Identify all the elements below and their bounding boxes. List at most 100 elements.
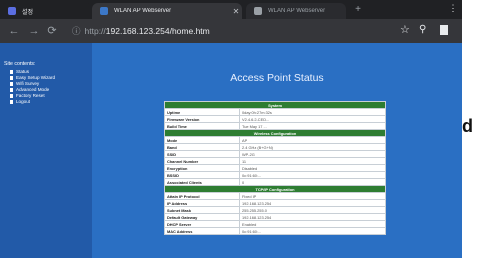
row-value: 2.4 GHz (B+G+N) (239, 143, 386, 151)
reload-icon[interactable]: ⟳ (46, 24, 58, 38)
table-row: Firmware Version V2.4.6.2-CED... (164, 115, 386, 123)
more-vert-icon[interactable]: ⋮ (448, 3, 458, 14)
router-favicon-icon (254, 7, 262, 15)
settings-favicon-icon (8, 7, 16, 15)
row-label: Encryption (164, 164, 240, 172)
document-icon (10, 69, 13, 74)
table-row: IP Address 192.168.123.254 (164, 199, 386, 207)
row-value: 0day:0h:27m:32s (239, 108, 386, 116)
table-row: Mode AP (164, 136, 386, 144)
table-row: Build Time Tue May 17 ... (164, 122, 386, 130)
row-label: IP Address (164, 199, 240, 207)
address-bar[interactable]: ⓘ http://192.168.123.254/home.htm (72, 23, 372, 39)
section-header: System (164, 101, 386, 109)
row-label: BSSID (164, 171, 240, 179)
row-label: Subnet Mask (164, 206, 240, 214)
document-icon (10, 93, 13, 98)
row-label: DHCP Server (164, 220, 240, 228)
status-table: System Uptime 0day:0h:27m:32s Firmware Vers… (164, 101, 386, 235)
tab-wlan-active[interactable]: WLAN AP Webserver ✕ (92, 3, 242, 19)
row-label: Associated Clients (164, 178, 240, 186)
row-value: 255.255.255.0 (239, 206, 386, 214)
section-header: Wireless Configuration (164, 129, 386, 137)
outer-margin: d (462, 0, 477, 258)
table-row: Subnet Mask 255.255.255.0 (164, 206, 386, 214)
star-icon[interactable]: ☆ (400, 23, 410, 36)
close-tab-icon[interactable]: ✕ (230, 7, 242, 16)
table-row: SSID WP-2G (164, 150, 386, 158)
cropped-text: d (462, 116, 473, 136)
document-icon (10, 99, 13, 104)
sidebar-item-advanced[interactable]: Advanced Mode (10, 87, 49, 92)
table-row: DHCP Server Enabled (164, 220, 386, 228)
row-label: Attain IP Protocol (164, 192, 240, 200)
row-value: 192.168.123.254 (239, 199, 386, 207)
table-row: MAC Address 0c:91:60:... (164, 227, 386, 235)
row-value: 0 (239, 178, 386, 186)
row-label: MAC Address (164, 227, 240, 235)
row-label: Mode (164, 136, 240, 144)
sidebar-item-label: Wifi Survey (16, 81, 40, 86)
row-value: 11 (239, 157, 386, 165)
main-content: Access Point Status System Uptime 0day:0h:… (92, 43, 462, 258)
table-row: Band 2.4 GHz (B+G+N) (164, 143, 386, 151)
sidebar-item-logout[interactable]: Logout (10, 99, 30, 104)
row-value: Disabled (239, 164, 386, 172)
tab-title: WLAN AP Webserver (114, 8, 172, 14)
table-row: Encryption Disabled (164, 164, 386, 172)
sidebar-item-wifi-survey[interactable]: Wifi Survey (10, 81, 39, 86)
row-value: 0c:91:60:... (239, 227, 386, 235)
sidebar: Site contents: Status Easy Setup Wizard … (0, 43, 92, 258)
table-row: Uptime 0day:0h:27m:32s (164, 108, 386, 116)
row-value: V2.4.6.2-CED... (239, 115, 386, 123)
sidebar-item-label: Status (16, 69, 30, 74)
sidebar-item-factory-reset[interactable]: Factory Reset (10, 93, 45, 98)
browser-window: 설정 WLAN AP Webserver ✕ WLAN AP Webserver… (0, 0, 462, 258)
info-icon[interactable]: ⓘ (72, 26, 81, 36)
router-favicon-icon (100, 7, 108, 15)
sidebar-item-easy-setup[interactable]: Easy Setup Wizard (10, 75, 55, 80)
tab-title: 설정 (22, 9, 34, 16)
table-row: Default Gateway 192.168.123.254 (164, 213, 386, 221)
row-value: Tue May 17 ... (239, 122, 386, 130)
row-value: 192.168.123.254 (239, 213, 386, 221)
tab-strip: 설정 WLAN AP Webserver ✕ WLAN AP Webserver… (0, 0, 462, 19)
row-label: Uptime (164, 108, 240, 116)
row-value: Fixed IP (239, 192, 386, 200)
document-icon (10, 81, 13, 86)
tab-wlan-inactive[interactable]: WLAN AP Webserver (246, 3, 346, 19)
sidebar-title: Site contents: (4, 61, 36, 67)
search-icon[interactable]: ⚲ (419, 24, 426, 35)
row-value: Enabled (239, 220, 386, 228)
plus-icon[interactable]: + (350, 3, 366, 17)
sidebar-item-label: Advanced Mode (16, 87, 50, 92)
section-header-label: System (164, 101, 386, 109)
sidebar-item-status[interactable]: Status (10, 69, 29, 74)
forward-arrow-icon[interactable]: → (28, 24, 40, 38)
table-row: Attain IP Protocol Fixed IP (164, 192, 386, 200)
document-icon (10, 87, 13, 92)
row-label: Channel Number (164, 157, 240, 165)
sidebar-item-label: Easy Setup Wizard (16, 75, 56, 80)
row-value: WP-2G (239, 150, 386, 158)
back-arrow-icon[interactable]: ← (8, 24, 20, 38)
section-header-label: Wireless Configuration (164, 129, 386, 137)
table-row: BSSID 0c:91:60:... (164, 171, 386, 179)
extension-icon[interactable] (440, 25, 448, 35)
row-value: 0c:91:60:... (239, 171, 386, 179)
row-label: Build Time (164, 122, 240, 130)
row-label: Band (164, 143, 240, 151)
section-header-label: TCP/IP Configuration (164, 185, 386, 193)
section-header: TCP/IP Configuration (164, 185, 386, 193)
row-value: AP (239, 136, 386, 144)
sidebar-item-label: Factory Reset (16, 93, 45, 98)
table-row: Associated Clients 0 (164, 178, 386, 186)
row-label: Firmware Version (164, 115, 240, 123)
tab-settings[interactable]: 설정 (0, 3, 92, 19)
url-scheme: http:// (84, 26, 106, 36)
address-toolbar: ← → ⟳ ⓘ http://192.168.123.254/home.htm ☆… (0, 19, 462, 43)
sidebar-item-label: Logout (16, 99, 31, 104)
row-label: SSID (164, 150, 240, 158)
row-label: Default Gateway (164, 213, 240, 221)
page-title: Access Point Status (230, 72, 324, 84)
